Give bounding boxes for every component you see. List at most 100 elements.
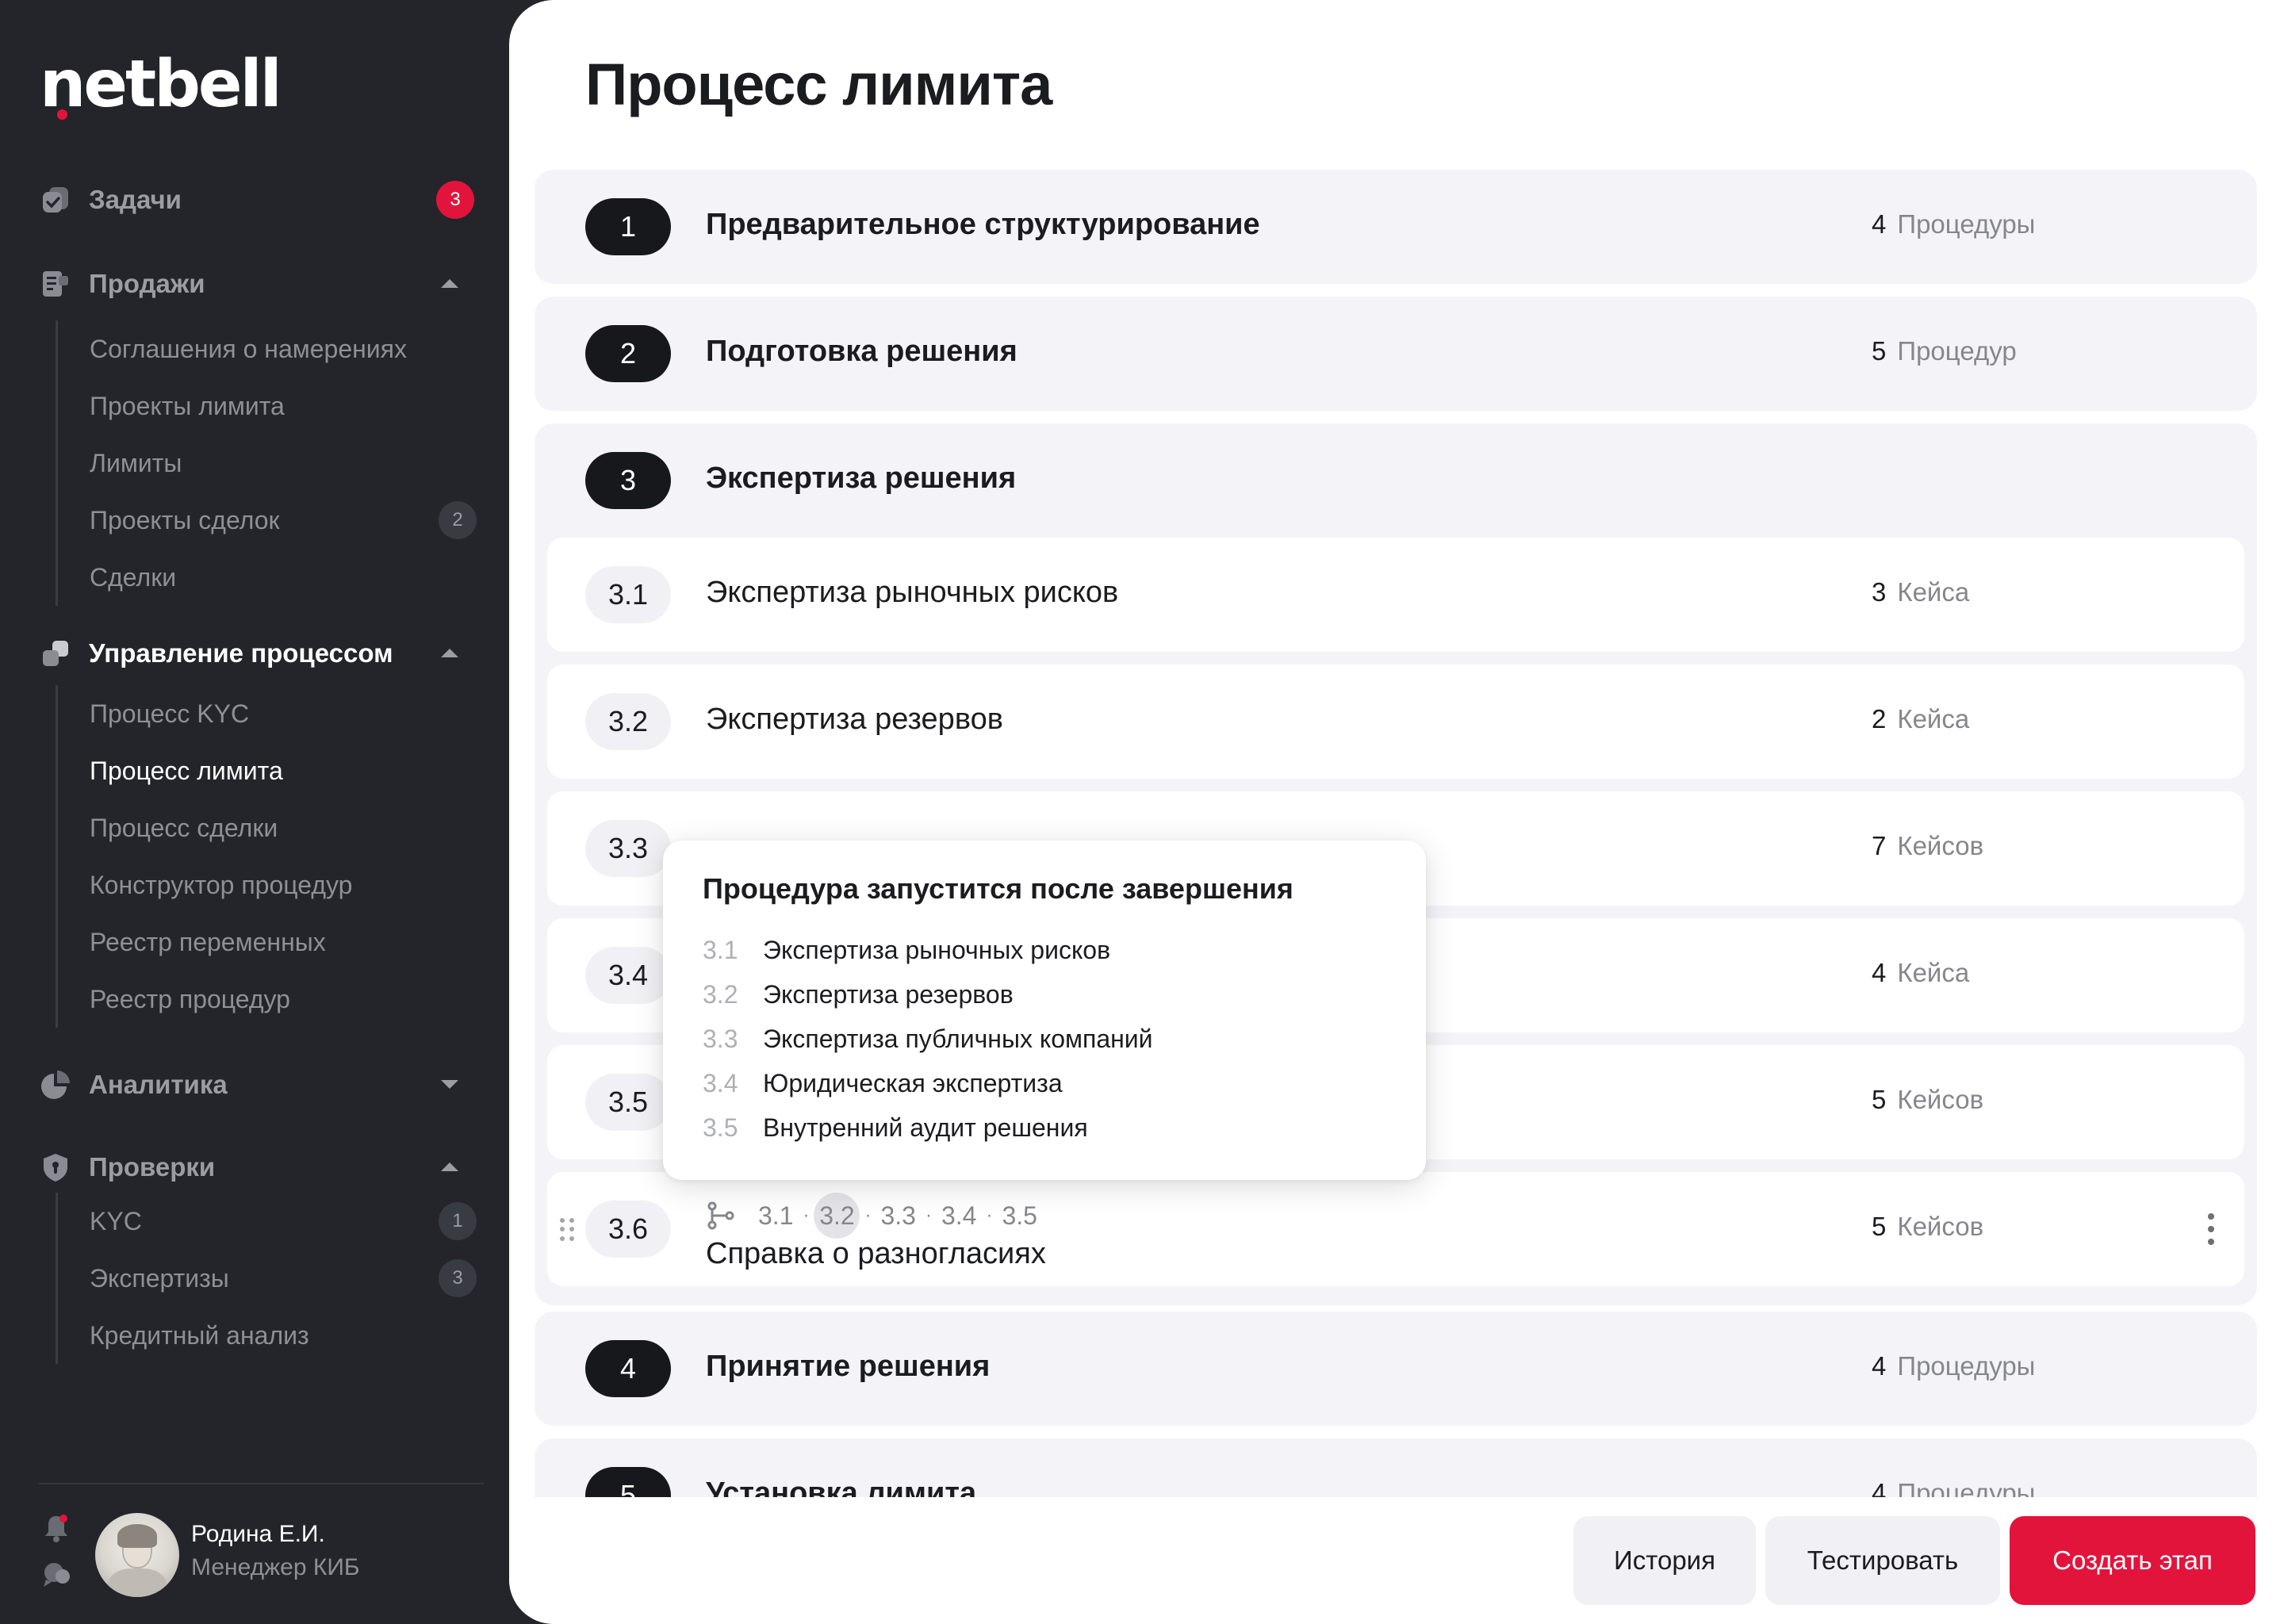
sidebar-item-process-management[interactable]: Управление процессом: [38, 631, 474, 676]
procedure-title: Справка о разногласиях: [706, 1237, 1046, 1270]
case-count: 5 Кейсов: [1872, 1212, 1984, 1241]
dependencies[interactable]: 3.1 · 3.2 · 3.3 · 3.4 · 3.5: [706, 1193, 1042, 1239]
stage-title: Установка лимита: [706, 1477, 977, 1497]
stage-title: Подготовка решения: [706, 335, 1017, 368]
process-subnav: Процесс KYC Процесс лимита Процесс сделк…: [56, 685, 477, 1028]
case-count: 7 Кейсов: [1872, 831, 1984, 860]
branch-icon: [707, 1201, 734, 1230]
chevron-up-icon[interactable]: [441, 279, 458, 288]
case-count: 2 Кейса: [1872, 704, 1970, 733]
sidebar-item-deals[interactable]: Сделки: [58, 549, 477, 606]
tooltip-item: 3.3 Экспертиза публичных компаний: [703, 1024, 1153, 1053]
procedure-title: Экспертиза рыночных рисков: [706, 576, 1119, 609]
shield-icon: [38, 1150, 73, 1185]
procedure-number: 3.3: [585, 820, 671, 877]
chevron-up-icon[interactable]: [441, 1162, 458, 1171]
kyc-badge: 1: [439, 1202, 477, 1240]
sidebar-item-procedure-builder[interactable]: Конструктор процедур: [58, 856, 477, 914]
case-count: 5 Кейсов: [1872, 1085, 1984, 1114]
tooltip-item: 3.2 Экспертиза резервов: [703, 979, 1014, 1009]
tooltip-item: 3.5 Внутренний аудит решения: [703, 1113, 1088, 1142]
sales-icon: [38, 266, 73, 301]
tasks-badge: 3: [436, 181, 474, 219]
tooltip-item: 3.4 Юридическая экспертиза: [703, 1068, 1063, 1097]
sidebar-item-limit-process[interactable]: Процесс лимита: [58, 742, 477, 799]
stage-row[interactable]: 5 Установка лимита 4 Процедуры: [535, 1438, 2257, 1497]
procedure-number: 3.5: [585, 1074, 671, 1131]
test-button[interactable]: Тестировать: [1765, 1516, 2000, 1605]
case-count: 4 Кейса: [1872, 958, 1970, 987]
tooltip-item: 3.1 Экспертиза рыночных рисков: [703, 935, 1111, 964]
dependency-link[interactable]: 3.1: [753, 1201, 798, 1231]
procedure-row-hovered[interactable]: 3.6 3.1 · 3.2 · 3.3 · 3.4 · 3.5 Справка …: [547, 1172, 2244, 1286]
sidebar-item-sales[interactable]: Продажи: [38, 262, 474, 306]
stage-row[interactable]: 2 Подготовка решения 5 Процедур: [535, 297, 2257, 411]
stages-list: Процесс лимита 1 Предварительное структу…: [509, 0, 2284, 1497]
more-vertical-icon[interactable]: [2208, 1213, 2216, 1245]
sidebar: netbell Задачи 3 Продажи Соглашения о на…: [0, 0, 509, 1624]
sidebar-item-analytics[interactable]: Аналитика: [38, 1063, 474, 1107]
sidebar-item-intent-agreements[interactable]: Соглашения о намерениях: [58, 320, 477, 377]
expertise-badge: 3: [439, 1259, 477, 1297]
create-stage-button[interactable]: Создать этап: [2010, 1516, 2255, 1605]
sales-subnav: Соглашения о намерениях Проекты лимита Л…: [56, 320, 477, 606]
chevron-down-icon[interactable]: [441, 1080, 458, 1089]
drag-handle-icon[interactable]: [560, 1218, 574, 1242]
sidebar-item-tasks[interactable]: Задачи 3: [38, 178, 474, 222]
stage-number: 1: [585, 198, 671, 255]
tooltip-title: Процедура запустится после завершения: [703, 872, 1293, 905]
procedure-count: 4 Процедуры: [1872, 1478, 2036, 1497]
action-bar: История Тестировать Создать этап: [509, 1497, 2284, 1624]
deal-projects-badge: 2: [439, 501, 477, 539]
chevron-up-icon[interactable]: [441, 649, 458, 657]
sidebar-item-credit-analysis[interactable]: Кредитный анализ: [58, 1307, 477, 1364]
sidebar-item-deal-process[interactable]: Процесс сделки: [58, 799, 477, 856]
dependencies-tooltip: Процедура запустится после завершения 3.…: [663, 841, 1426, 1180]
sidebar-item-limit-projects[interactable]: Проекты лимита: [58, 377, 477, 435]
checks-subnav: KYC 1 Экспертизы 3 Кредитный анализ: [56, 1193, 477, 1364]
sidebar-item-deal-projects[interactable]: Проекты сделок 2: [58, 492, 477, 549]
logo-dot: [57, 109, 67, 120]
stage-number: 4: [585, 1340, 671, 1397]
procedure-count: 5 Процедур: [1872, 336, 2017, 366]
stage-title: Принятие решения: [706, 1350, 991, 1383]
page-title: Процесс лимита: [585, 52, 1052, 117]
sidebar-item-procedure-registry[interactable]: Реестр процедур: [58, 971, 477, 1028]
sidebar-item-kyc-process[interactable]: Процесс KYC: [58, 685, 477, 742]
main-panel: Процесс лимита 1 Предварительное структу…: [509, 0, 2284, 1624]
netbell-logo[interactable]: netbell: [40, 49, 282, 121]
procedure-row[interactable]: 3.1 Экспертиза рыночных рисков 3 Кейса: [547, 538, 2244, 652]
dependency-link[interactable]: 3.2: [814, 1193, 860, 1239]
analytics-icon: [38, 1067, 73, 1102]
user-role: Менеджер КИБ: [191, 1554, 360, 1580]
case-count: 3 Кейса: [1872, 577, 1970, 607]
stage-row[interactable]: 1 Предварительное структурирование 4 Проц…: [535, 170, 2257, 284]
procedure-count: 4 Процедуры: [1872, 209, 2036, 239]
procedure-number: 3.2: [585, 693, 671, 750]
tasks-icon: [38, 182, 73, 217]
bell-icon[interactable]: [41, 1513, 71, 1543]
user-name: Родина Е.И.: [191, 1521, 325, 1547]
stage-number: 5: [585, 1467, 671, 1497]
stage-title: Предварительное структурирование: [706, 208, 1260, 241]
history-button[interactable]: История: [1573, 1516, 1756, 1605]
procedure-number: 3.6: [585, 1201, 671, 1258]
stage-number: 3: [585, 452, 671, 509]
procedure-number: 3.1: [585, 566, 671, 623]
dependency-link[interactable]: 3.3: [876, 1201, 920, 1231]
procedure-count: 4 Процедуры: [1872, 1351, 2036, 1381]
sidebar-item-kyc[interactable]: KYC 1: [58, 1193, 477, 1250]
procedure-number: 3.4: [585, 947, 671, 1004]
dependency-link[interactable]: 3.4: [937, 1201, 981, 1231]
procedure-row[interactable]: 3.2 Экспертиза резервов 2 Кейса: [547, 665, 2244, 779]
stage-row[interactable]: 4 Принятие решения 4 Процедуры: [535, 1312, 2257, 1426]
stage-title: Экспертиза решения: [706, 462, 1017, 495]
sidebar-item-checks[interactable]: Проверки: [38, 1145, 474, 1189]
sidebar-item-limits[interactable]: Лимиты: [58, 435, 477, 492]
sidebar-item-variable-registry[interactable]: Реестр переменных: [58, 914, 477, 971]
chat-icon[interactable]: [41, 1559, 71, 1589]
sidebar-item-expertise[interactable]: Экспертизы 3: [58, 1250, 477, 1307]
avatar[interactable]: [95, 1513, 179, 1597]
dependency-link[interactable]: 3.5: [997, 1201, 1041, 1231]
stage-number: 2: [585, 325, 671, 382]
